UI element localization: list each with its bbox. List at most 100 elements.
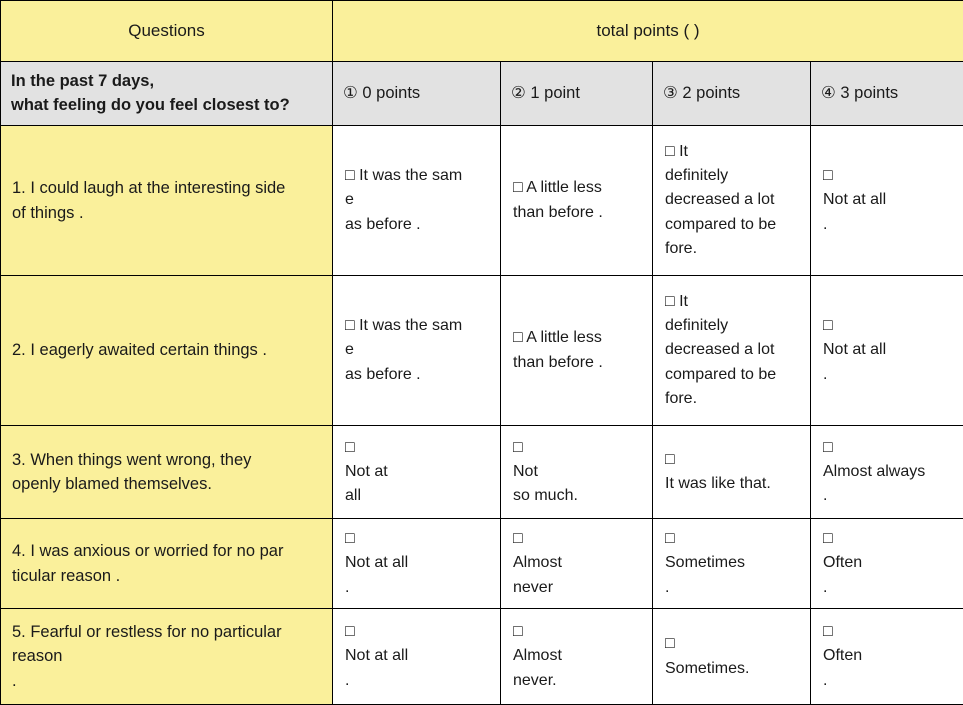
answer-option-text-line: Not at all [345, 644, 490, 668]
answer-option-text-line: Sometimes. [665, 657, 800, 681]
answer-option-text-line: compared to be [665, 213, 800, 237]
answer-option-text-line: . [345, 576, 490, 600]
answer-option-text-line: as before . [345, 363, 490, 387]
checkbox-icon[interactable]: □ [823, 436, 953, 460]
table-row: 3. When things went wrong, theyopenly bl… [1, 426, 963, 519]
question-text-line: 4. I was anxious or worried for no par [12, 539, 318, 563]
answer-option-text-line: . [823, 484, 953, 508]
checkbox-icon[interactable]: □ [513, 620, 642, 644]
checkbox-icon[interactable]: □ [345, 527, 490, 551]
header-total-points-label: total points ( ) [597, 21, 700, 40]
answer-option-text-line: Almost always [823, 460, 953, 484]
table-subheader-row: In the past 7 days, what feeling do you … [1, 62, 963, 126]
table-header-row: Questions total points ( ) [1, 1, 963, 62]
header-questions-cell: Questions [1, 1, 333, 62]
answer-option-text-line: It was like that. [665, 472, 800, 496]
answer-option-q4-opt1[interactable]: □Not at all. [333, 519, 501, 609]
answer-option-text-line: decreased a lot [665, 338, 800, 362]
answer-option-text-line: Not at all [345, 551, 490, 575]
checkbox-icon[interactable]: □ [823, 527, 953, 551]
answer-option-q5-opt4[interactable]: □Often. [811, 609, 963, 705]
checkbox-icon[interactable]: □ It [665, 290, 800, 314]
answer-option-q3-opt4[interactable]: □Almost always. [811, 426, 963, 519]
answer-option-text-line: . [823, 213, 953, 237]
checkbox-icon[interactable]: □ [345, 436, 490, 460]
question-text-line: of things . [12, 201, 318, 225]
question-cell-5: 5. Fearful or restless for no particular… [1, 609, 333, 705]
answer-option-q5-opt1[interactable]: □Not at all. [333, 609, 501, 705]
question-text-line: 5. Fearful or restless for no particular [12, 620, 318, 644]
checkbox-icon[interactable]: □ [665, 448, 800, 472]
checkbox-icon[interactable]: □ A little less [513, 176, 642, 200]
answer-option-text-line: definitely [665, 164, 800, 188]
answer-option-text-line: Sometimes [665, 551, 800, 575]
answer-option-text-line: decreased a lot [665, 188, 800, 212]
answer-option-q5-opt2[interactable]: □Almostnever. [501, 609, 653, 705]
subheader-option-label: ④ 3 points [821, 84, 898, 102]
answer-option-text-line: Almost [513, 551, 642, 575]
checkbox-icon[interactable]: □ [823, 314, 953, 338]
answer-option-q4-opt3[interactable]: □Sometimes. [653, 519, 811, 609]
subheader-option-1-point: ② 1 point [501, 62, 653, 126]
answer-option-q1-opt1[interactable]: □ It was the sameas before . [333, 126, 501, 276]
question-text-line: 1. I could laugh at the interesting side [12, 176, 318, 200]
questionnaire-table: Questions total points ( ) In the past 7… [0, 0, 963, 705]
header-total-points-cell: total points ( ) [333, 1, 963, 62]
answer-option-text-line: than before . [513, 201, 642, 225]
checkbox-icon[interactable]: □ [513, 527, 642, 551]
checkbox-icon[interactable]: □ [823, 620, 953, 644]
answer-option-q3-opt2[interactable]: □Notso much. [501, 426, 653, 519]
checkbox-icon[interactable]: □ It was the sam [345, 164, 490, 188]
answer-option-q4-opt2[interactable]: □Almostnever [501, 519, 653, 609]
answer-option-text-line: compared to be [665, 363, 800, 387]
answer-option-text-line: so much. [513, 484, 642, 508]
question-text-line: ticular reason . [12, 564, 318, 588]
table-row: 4. I was anxious or worried for no parti… [1, 519, 963, 609]
answer-option-text-line: . [823, 669, 953, 693]
subheader-option-2-points: ③ 2 points [653, 62, 811, 126]
answer-option-text-line: Not at all [823, 188, 953, 212]
header-questions-label: Questions [128, 21, 205, 40]
question-text-line: 3. When things went wrong, they [12, 448, 318, 472]
subheader-prompt-line-2: what feeling do you feel closest to? [11, 94, 322, 118]
answer-option-text-line: than before . [513, 351, 642, 375]
checkbox-icon[interactable]: □ It [665, 140, 800, 164]
checkbox-icon[interactable]: □ [823, 164, 953, 188]
subheader-option-3-points: ④ 3 points [811, 62, 963, 126]
answer-option-text-line: . [665, 576, 800, 600]
answer-option-text-line: never. [513, 669, 642, 693]
answer-option-q1-opt3[interactable]: □ Itdefinitelydecreased a lotcompared to… [653, 126, 811, 276]
subheader-option-0-points: ① 0 points [333, 62, 501, 126]
question-cell-1: 1. I could laugh at the interesting side… [1, 126, 333, 276]
question-cell-4: 4. I was anxious or worried for no parti… [1, 519, 333, 609]
answer-option-text-line: Not [513, 460, 642, 484]
checkbox-icon[interactable]: □ [665, 632, 800, 656]
checkbox-icon[interactable]: □ A little less [513, 326, 642, 350]
answer-option-q2-opt4[interactable]: □Not at all. [811, 276, 963, 426]
answer-option-text-line: . [345, 669, 490, 693]
question-text-line: . [12, 669, 318, 693]
question-cell-2: 2. I eagerly awaited certain things . [1, 276, 333, 426]
checkbox-icon[interactable]: □ [513, 436, 642, 460]
subheader-prompt-cell: In the past 7 days, what feeling do you … [1, 62, 333, 126]
answer-option-text-line: . [823, 576, 953, 600]
answer-option-text-line: Often [823, 551, 953, 575]
answer-option-q4-opt4[interactable]: □Often. [811, 519, 963, 609]
table-row: 2. I eagerly awaited certain things . □ I… [1, 276, 963, 426]
answer-option-q2-opt3[interactable]: □ Itdefinitelydecreased a lotcompared to… [653, 276, 811, 426]
answer-option-q2-opt2[interactable]: □ A little lessthan before . [501, 276, 653, 426]
checkbox-icon[interactable]: □ It was the sam [345, 314, 490, 338]
question-text-line: reason [12, 644, 318, 668]
answer-option-q3-opt1[interactable]: □Not atall [333, 426, 501, 519]
answer-option-q3-opt3[interactable]: □It was like that. [653, 426, 811, 519]
answer-option-q1-opt2[interactable]: □ A little lessthan before . [501, 126, 653, 276]
answer-option-text-line: Often [823, 644, 953, 668]
checkbox-icon[interactable]: □ [345, 620, 490, 644]
answer-option-q5-opt3[interactable]: □Sometimes. [653, 609, 811, 705]
answer-option-text-line: e [345, 338, 490, 362]
subheader-option-label: ③ 2 points [663, 84, 740, 102]
question-text-line: 2. I eagerly awaited certain things . [12, 338, 318, 362]
answer-option-q2-opt1[interactable]: □ It was the sameas before . [333, 276, 501, 426]
checkbox-icon[interactable]: □ [665, 527, 800, 551]
answer-option-q1-opt4[interactable]: □Not at all. [811, 126, 963, 276]
